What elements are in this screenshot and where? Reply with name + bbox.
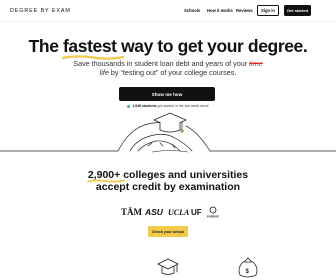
hero-subline-1: Save thousands in student loan debt and …	[0, 59, 336, 68]
logo-ucla-text: UCLA	[168, 208, 190, 217]
bottom-icons-row: $	[157, 257, 258, 278]
nav-link-how-it-works[interactable]: How it works	[207, 8, 233, 13]
show-me-how-button[interactable]: Show me how	[119, 87, 215, 101]
social-count: 1,946 students	[132, 104, 157, 108]
logo-tamu-text: TĀM	[121, 207, 143, 217]
check-your-school-button[interactable]: Check your school	[148, 226, 188, 237]
hero-subline-2: life by “testing out” of your college co…	[0, 68, 336, 77]
graduation-cap-illustration	[0, 112, 336, 153]
colleges-title-line-2: accept credit by examination	[95, 181, 241, 193]
social-proof: 1,946 students got started in the last w…	[0, 104, 336, 108]
logo-purdue: PURDUE	[207, 206, 219, 219]
italic-word: life	[99, 68, 109, 77]
nav-link-schools[interactable]: Schools	[184, 8, 200, 13]
online-dot-icon	[127, 104, 131, 108]
mortarboard-icon	[157, 258, 179, 275]
site-logo[interactable]: DEGREE BY EXAM	[10, 8, 71, 14]
logo-uf: UF	[191, 208, 202, 217]
headline-accent-text: fastest	[63, 36, 117, 56]
money-bag-icon: $	[238, 257, 258, 278]
struck-word: time	[249, 59, 263, 68]
headline-pre: The	[28, 36, 63, 56]
social-rest: got started in the last week alone	[156, 104, 209, 108]
headline-accent-word: fastest	[62, 36, 124, 60]
subline-2-text: by “testing out” of your college courses…	[108, 68, 237, 77]
nav-link-reviews[interactable]: Reviews	[236, 8, 253, 13]
logo-asu-text: ASU	[144, 207, 164, 217]
top-nav: DEGREE BY EXAM Schools How it works Revi…	[0, 0, 336, 22]
hero-headline: The fastest way to get your degree.	[0, 36, 336, 60]
colleges-title-rest: colleges and universities	[120, 169, 249, 181]
subline-1-text: Save thousands in student loan debt and …	[73, 59, 250, 68]
colleges-title-line-1: 2,900+ colleges and universities	[0, 169, 336, 183]
colleges-count: 2,900+	[86, 169, 125, 183]
get-started-button[interactable]: Get started	[284, 5, 311, 16]
logo-ucla: UCLA	[168, 208, 190, 217]
logo-asu: ASU	[144, 207, 164, 217]
logo-uf-text: UF	[191, 208, 202, 217]
headline-post: way to get your degree.	[116, 36, 308, 56]
sign-in-button[interactable]: Sign in	[257, 5, 279, 16]
logo-purdue-text: PURDUE	[207, 215, 219, 219]
logo-tamu: TĀM	[121, 207, 143, 217]
university-logos-row: TĀM ASU UCLA UF PURDUE	[121, 206, 219, 219]
